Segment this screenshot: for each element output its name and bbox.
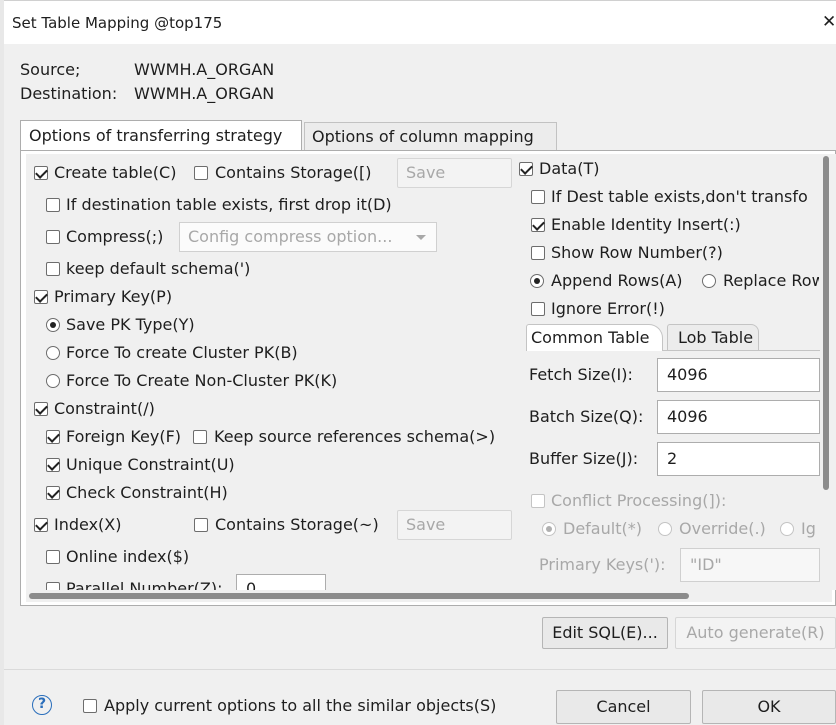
identity-insert-checkbox[interactable] (531, 218, 545, 232)
parallel-input[interactable]: 0 (236, 574, 326, 590)
row-number-label: Show Row Number(?) (551, 243, 723, 262)
fetch-size-label: Fetch Size(I): (529, 365, 633, 384)
unique-label: Unique Constraint(U) (66, 455, 235, 474)
data-checkbox[interactable] (519, 162, 533, 176)
destination-value: WWMH.A_ORGAN (134, 84, 275, 103)
conflict-label: Conflict Processing(]): (551, 491, 727, 510)
contains-storage-checkbox[interactable] (194, 166, 208, 180)
force-noncluster-label: Force To Create Non-Cluster PK(K) (66, 371, 338, 390)
tab-column-label: Options of column mapping (312, 127, 534, 146)
force-cluster-label: Force To create Cluster PK(B) (66, 343, 298, 362)
constraint-label: Constraint(/) (54, 399, 155, 418)
ignore-label: Ig (801, 519, 816, 538)
compress-checkbox[interactable] (46, 230, 60, 244)
subtab-common-label: Common Table (531, 328, 650, 347)
parallel-row-clip: Parallel Number(Z): 0 (26, 570, 506, 590)
compress-combo-text: Config compress option... (188, 227, 393, 246)
ignore-radio[interactable] (780, 522, 794, 536)
keep-schema-checkbox[interactable] (46, 262, 60, 276)
append-rows-label: Append Rows(A) (551, 271, 683, 290)
ok-button[interactable]: OK (702, 690, 836, 724)
compress-label: Compress(;) (66, 227, 164, 246)
ignore-error-checkbox[interactable] (531, 302, 545, 316)
window-title: Set Table Mapping @top175 (12, 14, 223, 32)
source-value: WWMH.A_ORGAN (134, 60, 275, 79)
default-label: Default(*) (563, 519, 642, 538)
check-constraint-label: Check Constraint(H) (66, 483, 228, 502)
apply-all-label: Apply current options to all the similar… (104, 696, 497, 715)
drop-first-checkbox[interactable] (46, 198, 60, 212)
replace-rows-label: Replace Row (723, 271, 819, 290)
dont-transfer-label: If Dest table exists,don't transfo (551, 187, 808, 206)
foreign-key-checkbox[interactable] (46, 430, 60, 444)
force-cluster-radio[interactable] (46, 346, 60, 360)
buffer-size-input[interactable]: 2 (657, 442, 820, 476)
identity-insert-label: Enable Identity Insert(:) (551, 215, 741, 234)
footer-divider (4, 669, 836, 670)
batch-size-input[interactable]: 4096 (657, 400, 820, 434)
override-radio[interactable] (658, 522, 672, 536)
edit-sql-button[interactable]: Edit SQL(E)... (542, 617, 668, 649)
help-icon[interactable]: ? (32, 695, 52, 715)
create-table-label: Create table(C) (54, 163, 177, 182)
index-storage-label: Contains Storage(~) (215, 515, 379, 534)
keep-refs-checkbox[interactable] (193, 430, 207, 444)
dont-transfer-checkbox[interactable] (531, 190, 545, 204)
unique-checkbox[interactable] (46, 458, 60, 472)
buffer-size-label: Buffer Size(J): (529, 449, 639, 468)
save-pk-label: Save PK Type(Y) (66, 315, 195, 334)
primary-keys-input[interactable]: "ID" (680, 548, 820, 582)
foreign-key-label: Foreign Key(F) (66, 427, 182, 446)
index-save-storage-button[interactable]: Save storage (397, 510, 512, 540)
primary-key-label: Primary Key(P) (54, 287, 173, 306)
close-icon[interactable]: ✕ (822, 12, 836, 32)
drop-first-label: If destination table exists, first drop … (66, 195, 392, 214)
source-label: Source; (20, 60, 81, 79)
parallel-label: Parallel Number(Z): (66, 579, 223, 590)
force-noncluster-radio[interactable] (46, 374, 60, 388)
replace-rows-radio[interactable] (702, 274, 716, 288)
override-label: Override(.) (679, 519, 766, 538)
keep-schema-label: keep default schema(') (66, 259, 251, 278)
create-table-checkbox[interactable] (34, 166, 48, 180)
auto-generate-button[interactable]: Auto generate(R) (675, 617, 836, 649)
primary-key-checkbox[interactable] (34, 290, 48, 304)
destination-label: Destination: (20, 84, 118, 103)
conflict-checkbox[interactable] (531, 494, 545, 508)
apply-all-checkbox[interactable] (83, 699, 97, 713)
subtab-lob-label: Lob Table (678, 328, 754, 347)
check-constraint-checkbox[interactable] (46, 486, 60, 500)
horizontal-scroll-thumb[interactable] (29, 593, 689, 599)
save-pk-radio[interactable] (46, 318, 60, 332)
keep-refs-label: Keep source references schema(>) (214, 427, 496, 446)
chevron-down-icon (416, 235, 426, 240)
default-radio[interactable] (542, 522, 556, 536)
tab-strategy-label: Options of transferring strategy (29, 126, 283, 145)
parallel-checkbox[interactable] (46, 582, 60, 590)
index-checkbox[interactable] (34, 518, 48, 532)
vertical-scroll-thumb[interactable] (823, 156, 829, 490)
data-label: Data(T) (539, 159, 600, 178)
online-index-label: Online index($) (66, 547, 190, 566)
cancel-button[interactable]: Cancel (556, 690, 691, 724)
fetch-size-input[interactable]: 4096 (657, 358, 820, 392)
constraint-checkbox[interactable] (34, 402, 48, 416)
append-rows-radio[interactable] (530, 274, 544, 288)
primary-keys-label: Primary Keys('): (539, 555, 666, 574)
index-storage-checkbox[interactable] (194, 518, 208, 532)
index-label: Index(X) (54, 515, 122, 534)
save-storage-button[interactable]: Save storage (397, 158, 512, 188)
batch-size-label: Batch Size(Q): (529, 407, 644, 426)
row-number-checkbox[interactable] (531, 246, 545, 260)
contains-storage-label: Contains Storage([) (215, 163, 372, 182)
ignore-error-label: Ignore Error(!) (551, 299, 665, 318)
online-index-checkbox[interactable] (46, 550, 60, 564)
